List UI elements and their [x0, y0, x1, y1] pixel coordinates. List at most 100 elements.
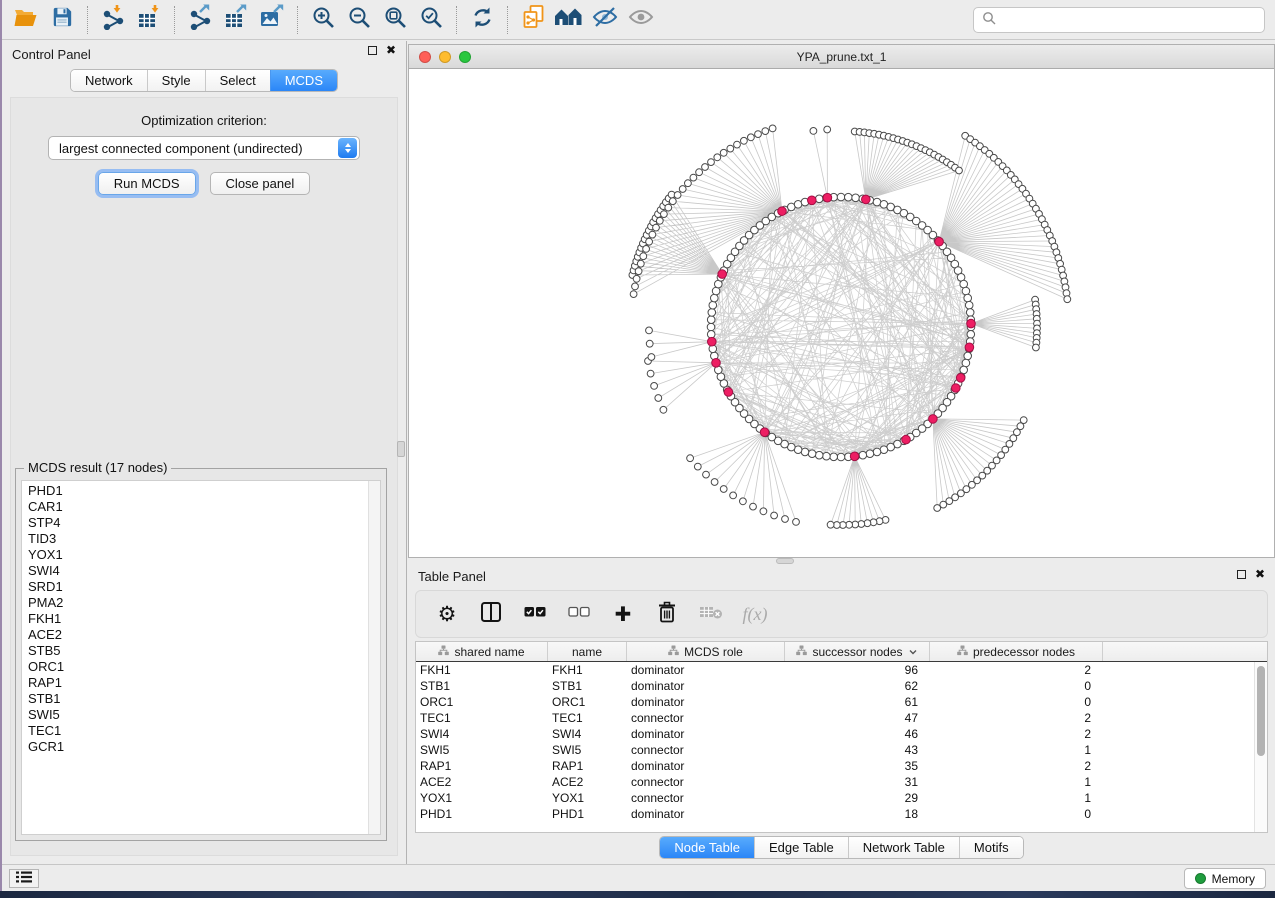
duplicate-network-button[interactable] [515, 4, 551, 36]
export-table-button[interactable] [218, 4, 254, 36]
column-header-filler [1103, 642, 1267, 661]
zoom-fit-button[interactable] [377, 4, 413, 36]
table-row[interactable]: FKH1FKH1dominator962 [416, 662, 1254, 678]
table-row[interactable]: YOX1YOX1connector291 [416, 790, 1254, 806]
table-cell: connector [627, 742, 785, 758]
mcds-result-item[interactable]: PMA2 [22, 595, 368, 611]
close-window-light[interactable] [419, 51, 431, 63]
tab-motifs[interactable]: Motifs [959, 837, 1023, 858]
table-row[interactable]: RAP1RAP1dominator352 [416, 758, 1254, 774]
delete-columns-button[interactable] [652, 599, 682, 629]
table-cell: RAP1 [416, 758, 548, 774]
import-table-button[interactable] [131, 4, 167, 36]
table-scrollbar-thumb[interactable] [1257, 666, 1265, 756]
table-row[interactable]: ORC1ORC1dominator610 [416, 694, 1254, 710]
mcds-result-item[interactable]: STP4 [22, 515, 368, 531]
table-row[interactable]: STB1STB1dominator620 [416, 678, 1254, 694]
mcds-result-item[interactable]: ACE2 [22, 627, 368, 643]
network-canvas[interactable] [409, 70, 1274, 557]
hide-graphics-button[interactable] [587, 4, 623, 36]
network-window-titlebar[interactable]: YPA_prune.txt_1 [409, 45, 1274, 69]
tab-style[interactable]: Style [147, 70, 205, 91]
mcds-result-item[interactable]: YOX1 [22, 547, 368, 563]
column-header-successor-nodes[interactable]: successor nodes [785, 642, 930, 661]
mcds-result-item[interactable]: FKH1 [22, 611, 368, 627]
function-builder-button[interactable]: f(x) [740, 599, 770, 629]
close-table-panel-icon[interactable]: ✖ [1255, 569, 1265, 579]
table-scrollbar[interactable] [1254, 662, 1267, 832]
vertical-splitter[interactable] [406, 41, 407, 868]
table-row[interactable]: SWI5SWI5connector431 [416, 742, 1254, 758]
mcds-result-item[interactable]: STB1 [22, 691, 368, 707]
node-table-body: FKH1FKH1dominator962STB1STB1dominator620… [416, 662, 1254, 832]
float-panel-icon[interactable] [368, 46, 377, 55]
task-history-button[interactable] [9, 869, 39, 888]
mcds-result-item[interactable]: TID3 [22, 531, 368, 547]
split-panel-button[interactable] [476, 599, 506, 629]
column-header-name[interactable]: name [548, 642, 627, 661]
mcds-result-item[interactable]: CAR1 [22, 499, 368, 515]
run-mcds-button[interactable]: Run MCDS [98, 172, 196, 195]
mcds-result-item[interactable]: SRD1 [22, 579, 368, 595]
table-row[interactable]: ACE2ACE2connector311 [416, 774, 1254, 790]
tab-network[interactable]: Network [71, 70, 147, 91]
horizontal-splitter-handle[interactable] [776, 558, 794, 564]
mcds-result-item[interactable]: GCR1 [22, 739, 368, 755]
table-cell: 96 [785, 662, 930, 678]
refresh-button[interactable] [464, 4, 500, 36]
table-toolbar: ⚙ ✚ f(x) [415, 590, 1268, 638]
mcds-result-item[interactable]: TEC1 [22, 723, 368, 739]
export-image-button[interactable] [254, 4, 290, 36]
mcds-result-item[interactable]: SWI4 [22, 563, 368, 579]
column-header-shared-name[interactable]: shared name [416, 642, 548, 661]
mcds-result-item[interactable]: SWI5 [22, 707, 368, 723]
import-network-button[interactable] [95, 4, 131, 36]
column-header-predecessor-nodes[interactable]: predecessor nodes [930, 642, 1103, 661]
table-row[interactable]: PHD1PHD1dominator180 [416, 806, 1254, 822]
close-panel-icon[interactable]: ✖ [386, 45, 396, 55]
table-row[interactable]: SWI4SWI4dominator462 [416, 726, 1254, 742]
add-column-button[interactable]: ✚ [608, 599, 638, 629]
close-panel-button[interactable]: Close panel [210, 172, 311, 195]
table-cell: TEC1 [416, 710, 548, 726]
table-cell: dominator [627, 758, 785, 774]
table-cell: SWI4 [548, 726, 627, 742]
deselect-all-button[interactable] [564, 599, 594, 629]
cytoscape-app: Control Panel ✖ Network Style Select MCD… [0, 0, 1275, 898]
delete-table-button[interactable] [696, 599, 726, 629]
save-session-button[interactable] [44, 4, 80, 36]
table-row[interactable]: TEC1TEC1connector472 [416, 710, 1254, 726]
mcds-result-item[interactable]: STB5 [22, 643, 368, 659]
export-network-button[interactable] [182, 4, 218, 36]
tab-edge-table[interactable]: Edge Table [754, 837, 848, 858]
show-graphics-button[interactable] [623, 4, 659, 36]
minimize-window-light[interactable] [439, 51, 451, 63]
tab-mcds[interactable]: MCDS [270, 70, 337, 91]
memory-button[interactable]: Memory [1184, 868, 1266, 889]
vertical-splitter-handle[interactable] [397, 441, 405, 457]
mcds-result-item[interactable]: PHD1 [22, 483, 368, 499]
column-settings-button[interactable]: ⚙ [432, 599, 462, 629]
column-header-mcds-role[interactable]: MCDS role [627, 642, 785, 661]
mcds-result-title: MCDS result (17 nodes) [24, 460, 171, 475]
mcds-list-scrollbar[interactable] [368, 481, 380, 834]
mcds-result-item[interactable]: ORC1 [22, 659, 368, 675]
table-cell: FKH1 [416, 662, 548, 678]
eye-slash-icon [591, 5, 619, 34]
tab-network-table[interactable]: Network Table [848, 837, 959, 858]
zoom-selected-button[interactable] [413, 4, 449, 36]
zoom-out-button[interactable] [341, 4, 377, 36]
mcds-result-item[interactable]: RAP1 [22, 675, 368, 691]
check-all-icon [524, 605, 546, 624]
search-input[interactable] [1002, 12, 1256, 29]
zoom-in-button[interactable] [305, 4, 341, 36]
optimization-criterion-select[interactable]: largest connected component (undirected) [48, 136, 360, 160]
select-all-button[interactable] [520, 599, 550, 629]
home-button[interactable] [551, 4, 587, 36]
tab-node-table[interactable]: Node Table [660, 837, 754, 858]
table-cell: FKH1 [548, 662, 627, 678]
open-session-button[interactable] [8, 4, 44, 36]
float-table-panel-icon[interactable] [1237, 570, 1246, 579]
maximize-window-light[interactable] [459, 51, 471, 63]
tab-select[interactable]: Select [205, 70, 270, 91]
